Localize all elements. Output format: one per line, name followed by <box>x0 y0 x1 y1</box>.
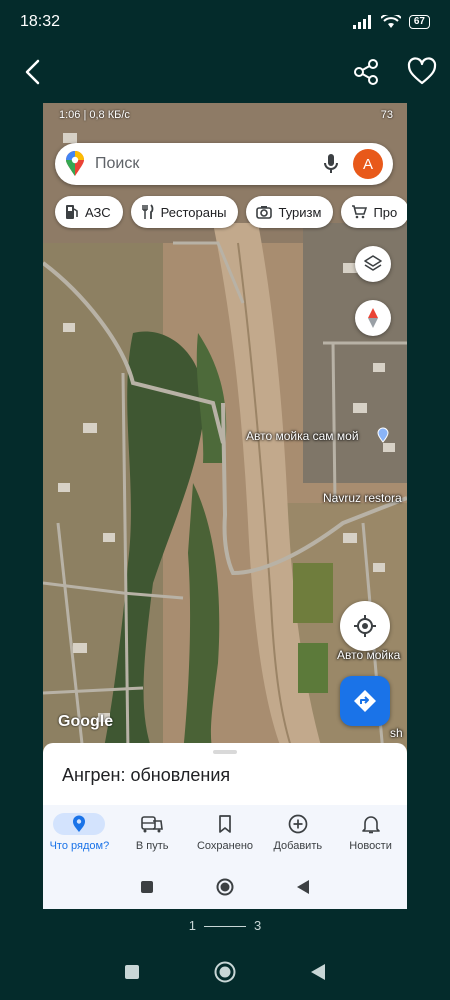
map-label-corner[interactable]: sh <box>390 726 403 740</box>
system-navigation <box>0 950 450 994</box>
recents-icon[interactable] <box>140 880 154 894</box>
nav-label: Сохранено <box>196 840 254 852</box>
chip-restaurants[interactable]: Рестораны <box>130 196 239 228</box>
home-icon[interactable] <box>216 878 234 896</box>
chip-shopping[interactable]: Про <box>341 196 407 228</box>
chip-tourism[interactable]: Туризм <box>246 196 334 228</box>
search-input[interactable]: Поиск <box>95 155 323 173</box>
maps-pin-icon <box>66 151 84 176</box>
screenshot-preview: 1:06 | 0,8 КБ/с 73 Поиск А АЗС Рестораны… <box>43 103 407 909</box>
sheet-drag-handle[interactable] <box>213 750 237 754</box>
bell-icon <box>361 816 380 834</box>
nav-label: Что рядом? <box>49 840 110 852</box>
restaurant-icon <box>141 204 154 219</box>
commute-icon <box>141 816 164 833</box>
status-time: 18:32 <box>20 13 61 30</box>
gas-station-icon <box>66 205 78 219</box>
my-location-button[interactable] <box>340 601 390 651</box>
signal-icon <box>352 15 371 29</box>
location-pin-icon <box>73 815 86 832</box>
bottom-navigation: Что рядом? В путь Сохранено Добавить Нов… <box>43 805 407 865</box>
share-icon[interactable] <box>350 56 382 88</box>
home-icon[interactable] <box>214 961 236 983</box>
recents-icon[interactable] <box>124 964 140 980</box>
status-bar: 18:32 67 <box>0 0 450 44</box>
page-current: 1 <box>188 918 196 933</box>
viewer-toolbar <box>0 50 450 94</box>
map-label-text: sh <box>390 726 403 740</box>
nav-saved[interactable]: Сохранено <box>189 805 262 865</box>
back-arrow-icon[interactable] <box>18 56 50 88</box>
crosshair-icon <box>354 615 376 637</box>
nav-label: В путь <box>135 840 169 852</box>
back-icon[interactable] <box>296 879 310 895</box>
nav-explore[interactable]: Что рядом? <box>43 805 116 865</box>
chip-label: Про <box>373 204 398 220</box>
map-label-car-wash[interactable]: Авто мойка сам мой <box>246 429 359 443</box>
chip-label: Туризм <box>278 204 322 220</box>
map-label-text: Авто мойка сам мой <box>246 429 359 443</box>
inner-status-bar: 1:06 | 0,8 КБ/с 73 <box>59 109 393 121</box>
chip-label: Рестораны <box>160 204 227 220</box>
bottom-sheet[interactable]: Ангрен: обновления Что рядом? В путь Сох… <box>43 743 407 909</box>
back-icon[interactable] <box>310 963 326 981</box>
layers-button[interactable] <box>355 246 391 282</box>
map-label-text: Navruz restora <box>323 491 402 505</box>
compass-icon <box>368 308 378 328</box>
bookmark-icon <box>219 815 231 833</box>
cart-icon <box>352 205 368 219</box>
search-bar[interactable]: Поиск А <box>55 143 393 185</box>
page-divider <box>204 926 246 928</box>
chip-label: АЗС <box>85 204 111 220</box>
battery-indicator: 67 <box>408 15 430 29</box>
nav-updates[interactable]: Новости <box>334 805 407 865</box>
category-chips: АЗС Рестораны Туризм Про <box>55 196 407 228</box>
inner-status-text: 1:06 | 0,8 КБ/с <box>59 109 130 121</box>
page-total: 3 <box>254 918 262 933</box>
camera-icon <box>256 206 273 219</box>
page-indicator: 13 <box>0 918 450 933</box>
wifi-icon <box>380 15 401 28</box>
nav-label: Добавить <box>273 840 323 852</box>
directions-button[interactable] <box>340 676 390 726</box>
add-circle-icon <box>288 814 308 834</box>
layers-icon <box>364 255 382 271</box>
nav-commute[interactable]: В путь <box>116 805 189 865</box>
chip-gas-stations[interactable]: АЗС <box>55 196 123 228</box>
avatar[interactable]: А <box>353 149 383 179</box>
sheet-title: Ангрен: обновления <box>62 765 231 785</box>
nav-label: Новости <box>349 840 392 852</box>
map-pin-icon[interactable] <box>377 427 389 443</box>
map-label-restaurant[interactable]: Navruz restora <box>323 491 402 505</box>
nav-contribute[interactable]: Добавить <box>261 805 334 865</box>
heart-icon[interactable] <box>406 56 438 88</box>
inner-system-nav <box>43 865 407 909</box>
directions-icon <box>354 690 376 712</box>
google-logo: Google <box>58 713 114 730</box>
compass-button[interactable] <box>355 300 391 336</box>
status-icons: 67 <box>352 15 430 29</box>
inner-battery: 73 <box>380 109 393 121</box>
microphone-icon[interactable] <box>323 153 339 175</box>
